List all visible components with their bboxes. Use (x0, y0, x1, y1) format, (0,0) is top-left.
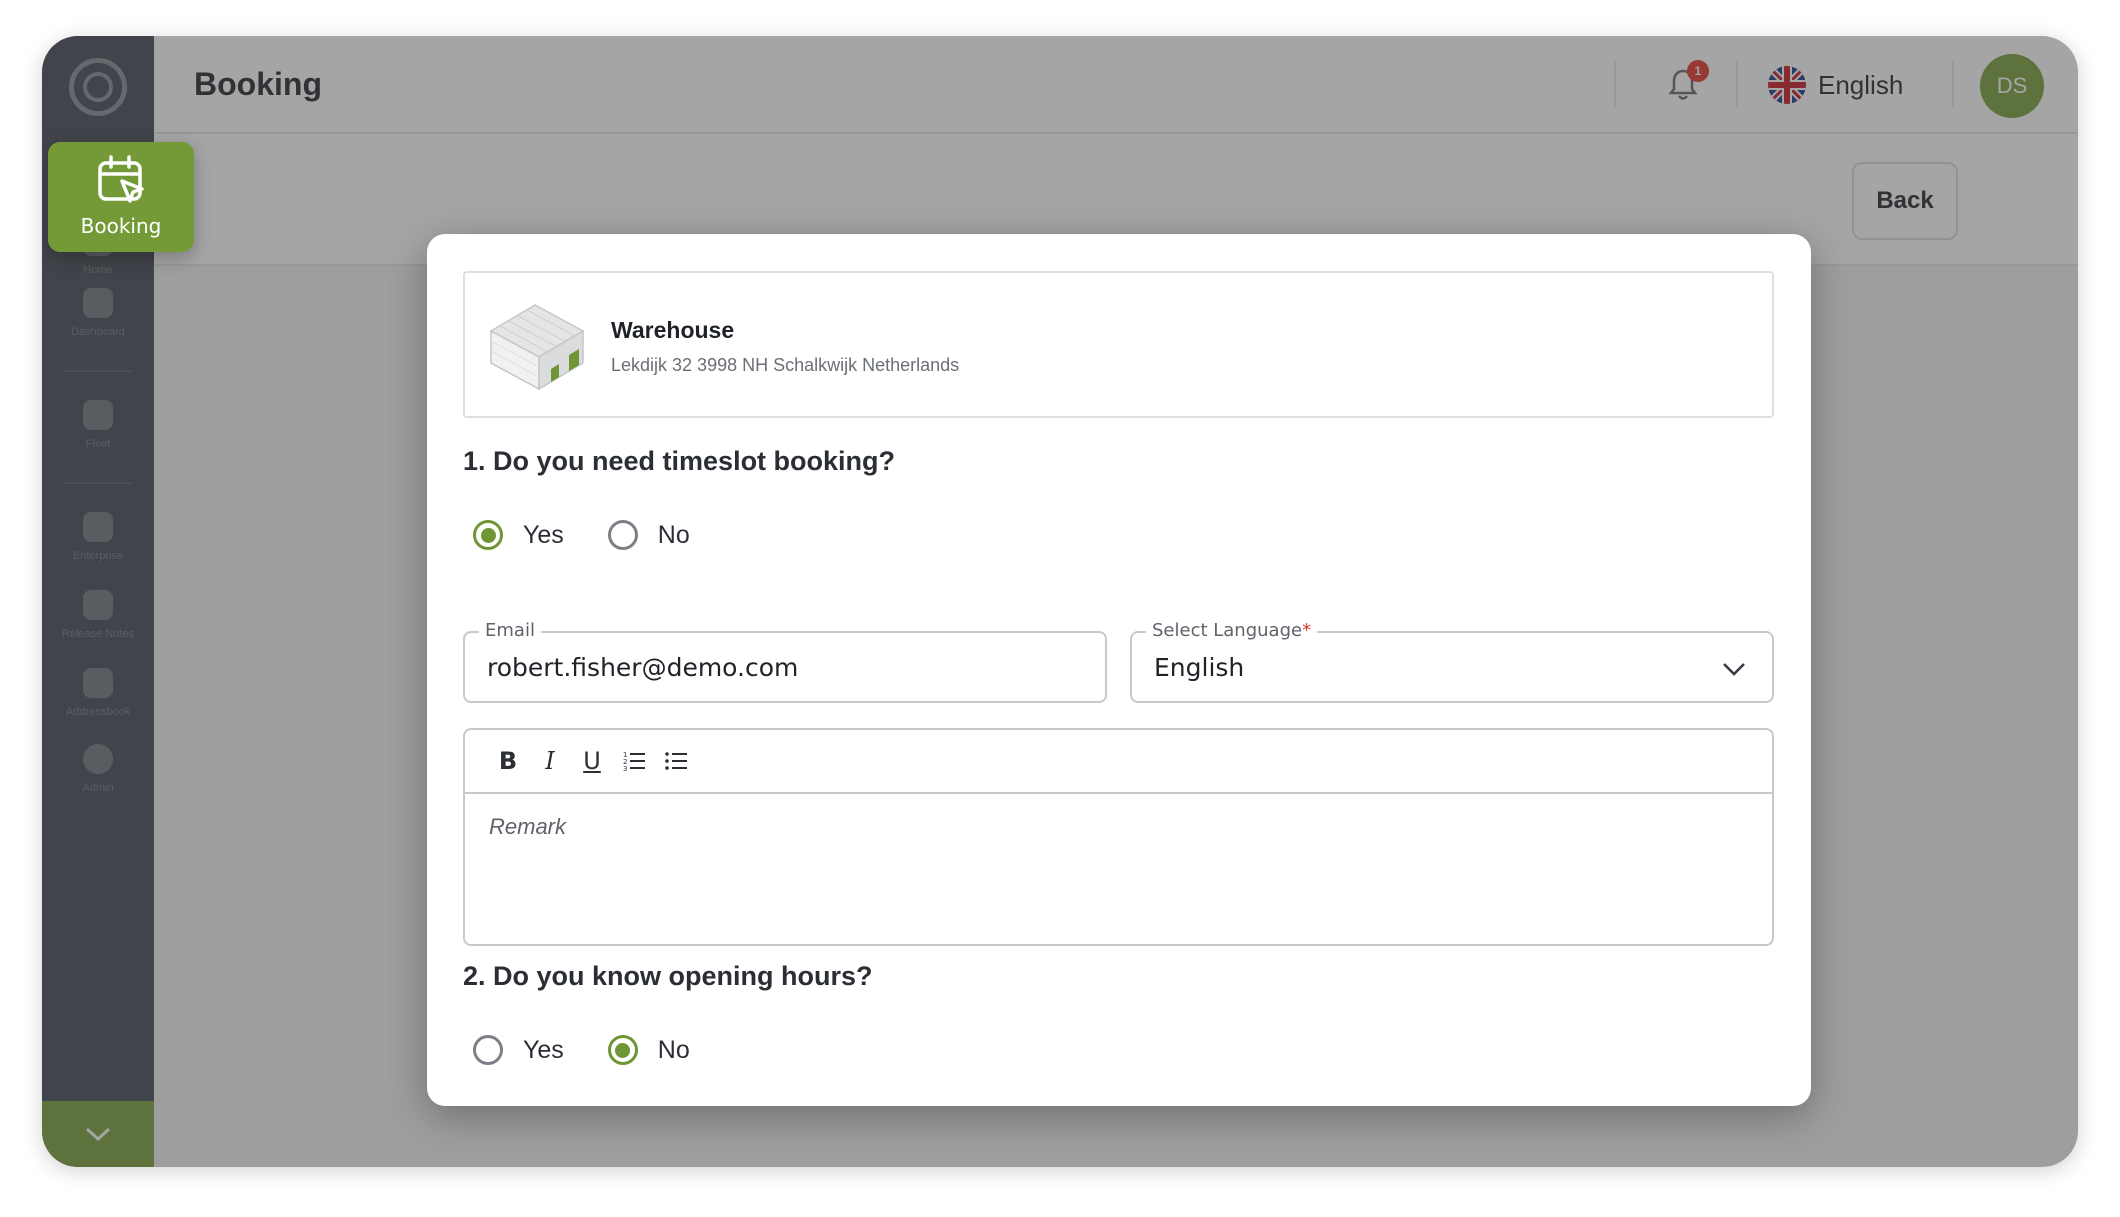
radio-label: Yes (523, 1035, 564, 1064)
editor-toolbar: B I U 123 (465, 730, 1772, 794)
underline-button[interactable]: U (571, 741, 613, 781)
radio-button[interactable] (607, 520, 638, 550)
radio-label: Yes (523, 520, 564, 549)
language-value: English (1154, 653, 1245, 682)
calendar-cursor-icon (98, 155, 144, 203)
bullet-list-icon (665, 752, 687, 770)
language-label-text: Select Language (1152, 620, 1303, 641)
opening-hours-no-option[interactable]: No (607, 1035, 690, 1065)
radio-label: No (657, 1035, 690, 1064)
email-label: Email (479, 620, 541, 641)
timeslot-no-option[interactable]: No (607, 520, 690, 550)
location-name: Warehouse (611, 317, 735, 343)
sidebar-item-label: Booking (80, 214, 162, 238)
remark-editor: B I U 123 Remark (463, 728, 1774, 946)
svg-text:3: 3 (623, 765, 627, 773)
location-card: Warehouse Lekdijk 32 3998 NH Schalkwijk … (463, 271, 1774, 418)
email-value[interactable]: robert.fisher@demo.com (487, 653, 798, 682)
chevron-down-icon[interactable] (1720, 655, 1748, 683)
question-timeslot-title: 1. Do you need timeslot booking? (463, 446, 896, 476)
timeslot-yes-option[interactable]: Yes (473, 520, 564, 550)
question-opening-hours-title: 2. Do you know opening hours? (463, 961, 873, 991)
email-field[interactable]: Email robert.fisher@demo.com (463, 620, 1107, 703)
sidebar-item-booking[interactable]: Booking (48, 142, 194, 252)
radio-button[interactable] (473, 1035, 503, 1065)
radio-button-checked[interactable] (473, 520, 503, 550)
ordered-list-button[interactable]: 123 (613, 741, 655, 781)
language-select[interactable]: Select Language* English (1130, 620, 1774, 703)
required-mark: * (1302, 620, 1312, 641)
opening-hours-radio-group: Yes No (473, 1035, 730, 1065)
booking-modal: Warehouse Lekdijk 32 3998 NH Schalkwijk … (427, 234, 1811, 1106)
radio-label: No (657, 520, 690, 549)
bold-button[interactable]: B (487, 741, 529, 781)
language-label: Select Language* (1146, 620, 1318, 641)
location-address: Lekdijk 32 3998 NH Schalkwijk Netherland… (611, 355, 960, 375)
bullet-list-button[interactable] (655, 741, 697, 781)
email-label-text: Email (485, 620, 535, 641)
radio-button-checked[interactable] (607, 1035, 638, 1065)
opening-hours-yes-option[interactable]: Yes (473, 1035, 564, 1065)
ordered-list-icon: 123 (623, 751, 645, 773)
timeslot-radio-group: Yes No (473, 520, 730, 550)
remark-input[interactable]: Remark (465, 794, 1772, 860)
italic-button[interactable]: I (529, 741, 571, 781)
warehouse-illustration (489, 304, 585, 391)
app-window: Home Dashboard Fleet Enterprise Release … (42, 36, 2078, 1167)
